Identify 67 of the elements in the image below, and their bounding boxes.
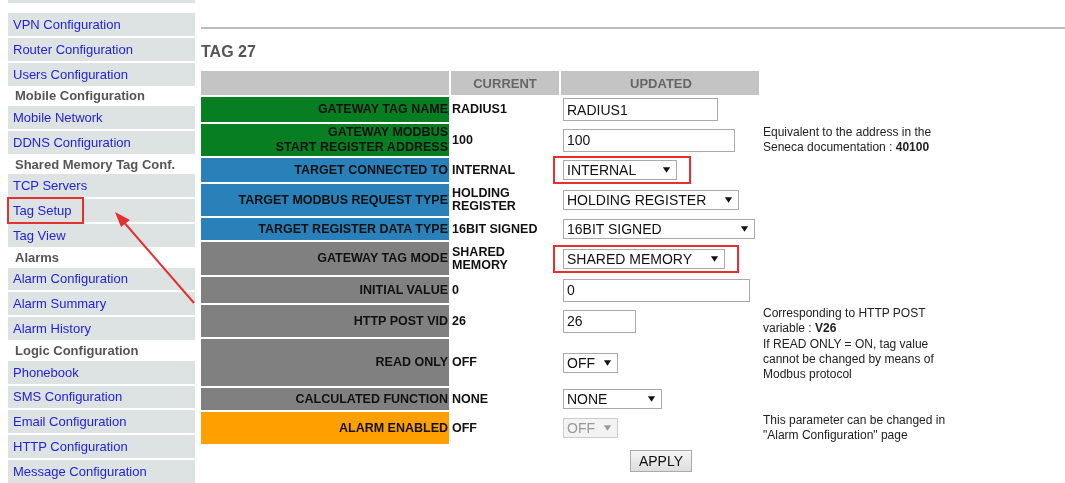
sidebar-link[interactable]: TCP Servers xyxy=(8,174,195,198)
caret-icon xyxy=(603,424,612,432)
current-value: OFF xyxy=(451,419,478,437)
sidebar-heading: Alarms xyxy=(14,248,61,266)
caret-icon xyxy=(724,196,733,204)
column-header: CURRENT xyxy=(451,71,559,95)
dropdown-select[interactable]: INTERNAL xyxy=(563,160,677,180)
text-input[interactable]: 0 xyxy=(563,278,750,302)
dropdown-select[interactable]: SHARED MEMORY xyxy=(563,248,725,269)
field-label: GATEWAY TAG NAME xyxy=(201,97,449,122)
field-note: Corresponding to HTTP POST variable : V26 xyxy=(763,306,927,336)
current-value: 0 xyxy=(451,281,460,299)
sidebar-link[interactable]: Message Configuration xyxy=(8,460,195,483)
sidebar-link[interactable]: Router Configuration xyxy=(8,37,195,61)
field-label: READ ONLY xyxy=(201,339,449,386)
caret-icon xyxy=(710,254,719,263)
caret-icon xyxy=(662,166,671,174)
current-value: OFF xyxy=(451,354,478,371)
sidebar-link[interactable]: DDNS Configuration xyxy=(8,131,195,154)
field-label: ALARM ENABLED xyxy=(201,412,449,444)
field-label: TARGET MODBUS REQUEST TYPE xyxy=(201,184,449,216)
current-value: 100 xyxy=(451,131,474,149)
caret-icon xyxy=(603,358,612,367)
dropdown-select[interactable]: HOLDING REGISTER xyxy=(563,190,739,210)
column-header: UPDATED xyxy=(561,71,759,95)
field-label: GATEWAY MODBUS START REGISTER ADDRESS xyxy=(201,124,449,156)
dropdown-select[interactable]: 16BIT SIGNED xyxy=(563,219,755,239)
text-input[interactable]: RADIUS1 xyxy=(563,98,718,121)
current-value: 26 xyxy=(451,312,467,330)
caret-icon xyxy=(647,395,656,403)
sidebar-link[interactable]: SMS Configuration xyxy=(8,385,195,409)
field-label: HTTP POST VID xyxy=(201,305,449,337)
sidebar-link[interactable]: Email Configuration xyxy=(8,410,195,434)
current-value: 16BIT SIGNED xyxy=(451,220,539,238)
field-note: If READ ONLY = ON, tag value cannot be changed by means of Modbus protocol xyxy=(763,337,935,382)
sidebar-link[interactable]: Phonebook xyxy=(8,360,195,384)
dropdown-select[interactable]: NONE xyxy=(563,389,662,409)
current-value: RADIUS1 xyxy=(451,101,508,118)
field-label: CALCULATED FUNCTION xyxy=(201,388,449,410)
sidebar-link[interactable]: Tag View xyxy=(8,224,195,247)
sidebar-link[interactable]: Users Configuration xyxy=(8,62,195,86)
caret-icon xyxy=(740,225,749,233)
sidebar-heading: Logic Configuration xyxy=(14,342,140,359)
sidebar-heading: Mobile Configuration xyxy=(14,87,146,105)
sidebar-link[interactable]: Alarm History xyxy=(8,317,195,341)
field-note: Equivalent to the address in the Seneca documentation : 40100 xyxy=(763,125,933,155)
sidebar-heading: Shared Memory Tag Conf. xyxy=(14,155,177,173)
sidebar-link[interactable]: VPN Configuration xyxy=(8,13,195,36)
dropdown-select[interactable]: OFF xyxy=(563,352,618,373)
current-value: SHARED MEMORY xyxy=(451,243,509,274)
text-input[interactable]: 26 xyxy=(563,309,636,333)
sidebar-link[interactable]: Tag Setup xyxy=(8,199,195,223)
sidebar-link[interactable]: Alarm Summary xyxy=(8,292,195,316)
tag-title: TAG 27 xyxy=(201,43,257,61)
sidebar-link[interactable]: Alarm Configuration xyxy=(8,267,195,291)
sidebar-link[interactable]: Mobile Network xyxy=(8,106,195,129)
apply-button[interactable]: APPLY xyxy=(629,450,693,472)
text-input[interactable]: 100 xyxy=(563,128,735,152)
field-label: TARGET CONNECTED TO xyxy=(201,158,449,182)
sidebar-link[interactable]: HTTP Configuration xyxy=(8,435,195,459)
field-label: GATEWAY TAG MODE xyxy=(201,242,449,275)
field-label: TARGET REGISTER DATA TYPE xyxy=(201,218,449,240)
current-value: HOLDING REGISTER xyxy=(451,185,517,215)
field-note: This parameter can be changed in "Alarm Configuration" page xyxy=(763,413,947,443)
current-value: INTERNAL xyxy=(451,161,517,179)
field-label: INITIAL VALUE xyxy=(201,277,449,303)
current-value: NONE xyxy=(451,390,490,408)
